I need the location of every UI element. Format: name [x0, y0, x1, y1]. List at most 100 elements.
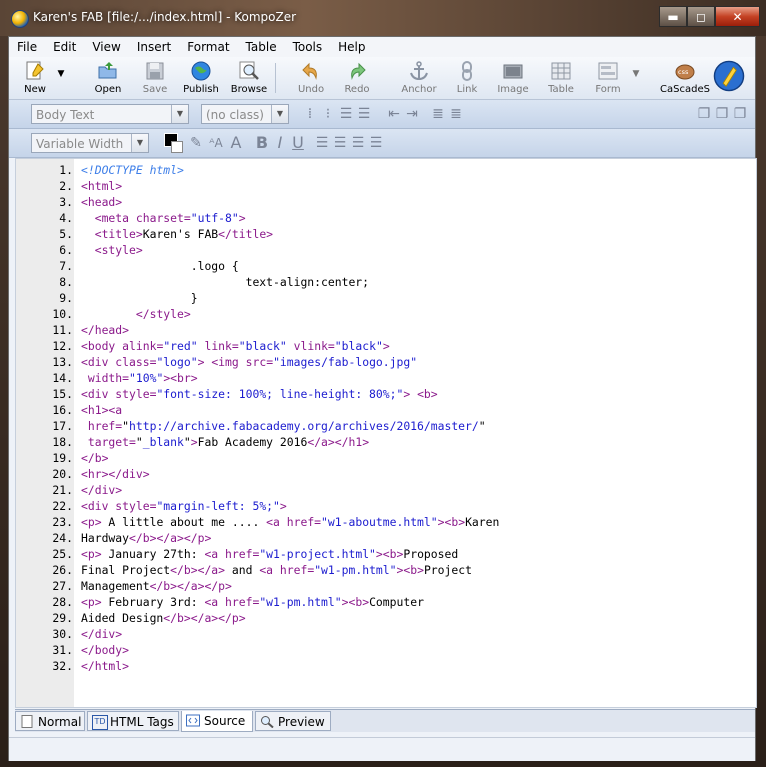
- code-line[interactable]: 9. }: [16, 290, 756, 306]
- code-line[interactable]: 28. <p> February 3rd: <a href="w1-pm.html…: [16, 594, 756, 610]
- indent-button[interactable]: ⇥: [403, 104, 421, 124]
- menu-help[interactable]: Help: [330, 37, 373, 57]
- line-number: 29.: [52, 611, 73, 625]
- larger-font-button[interactable]: A: [227, 133, 245, 153]
- image-button[interactable]: Image: [491, 60, 535, 98]
- code-line[interactable]: 32. </html>: [16, 658, 756, 674]
- code-line[interactable]: 1. <!DOCTYPE html>: [16, 162, 756, 178]
- line-text: <p> February 3rd: <a href="w1-pm.html"><…: [81, 594, 424, 610]
- save-button[interactable]: Save: [133, 60, 177, 98]
- unordered-list-button[interactable]: ☰: [337, 104, 355, 124]
- menu-tools[interactable]: Tools: [285, 37, 331, 57]
- class-select[interactable]: (no class) ▼: [201, 104, 289, 124]
- definition-term-button[interactable]: ≣: [447, 104, 465, 124]
- code-line[interactable]: 25. <p> January 27th: <a href="w1-project…: [16, 546, 756, 562]
- code-line[interactable]: 3. <head>: [16, 194, 756, 210]
- code-token: <a: [204, 547, 226, 561]
- font-select[interactable]: Variable Width ▼: [31, 133, 149, 153]
- numbered-list-button[interactable]: ⁝: [319, 104, 337, 124]
- source-code-icon: [186, 714, 200, 727]
- menu-view[interactable]: View: [84, 37, 128, 57]
- table-button[interactable]: Table: [539, 60, 583, 98]
- class-value: (no class): [206, 108, 264, 122]
- anchor-button[interactable]: Anchor: [397, 60, 441, 98]
- code-line[interactable]: 22. <div style="margin-left: 5%;">: [16, 498, 756, 514]
- tab-preview[interactable]: Preview: [255, 711, 331, 731]
- menu-table[interactable]: Table: [238, 37, 285, 57]
- source-editor[interactable]: 1. <!DOCTYPE html> 2. <html> 3. <head> 4. <met…: [15, 158, 757, 708]
- menu-format[interactable]: Format: [179, 37, 237, 57]
- line-number: 11.: [52, 323, 73, 337]
- code-line[interactable]: 6. <style>: [16, 242, 756, 258]
- code-line[interactable]: 31. </body>: [16, 642, 756, 658]
- maximize-button[interactable]: ◻: [687, 6, 715, 27]
- menu-file[interactable]: File: [9, 37, 45, 57]
- open-button[interactable]: Open: [86, 60, 130, 98]
- code-line[interactable]: 7. .logo {: [16, 258, 756, 274]
- code-line[interactable]: 29. Aided Design</b></a></p>: [16, 610, 756, 626]
- code-line[interactable]: 26. Final Project</b></a> and <a href="w1…: [16, 562, 756, 578]
- code-line[interactable]: 2. <html>: [16, 178, 756, 194]
- code-line[interactable]: 14. width="10%"><br>: [16, 370, 756, 386]
- outdent-button[interactable]: ⇤: [385, 104, 403, 124]
- layer-button[interactable]: ❐: [695, 104, 713, 124]
- publish-button[interactable]: Publish: [179, 60, 223, 98]
- code-line[interactable]: 23. <p> A little about me .... <a href="w…: [16, 514, 756, 530]
- align-left-button[interactable]: ☰: [313, 133, 331, 153]
- title-bar[interactable]: Karen's FAB [file:/.../index.html] - Kom…: [0, 0, 766, 36]
- highlight-button[interactable]: ✎: [187, 133, 205, 153]
- form-button-label: Form: [595, 84, 621, 95]
- layer-back-button[interactable]: ❐: [731, 104, 749, 124]
- bold-button[interactable]: B: [253, 133, 271, 153]
- code-line[interactable]: 8. text-align:center;: [16, 274, 756, 290]
- redo-button[interactable]: Redo: [335, 60, 379, 98]
- undo-button[interactable]: Undo: [289, 60, 333, 98]
- code-line[interactable]: 10. </style>: [16, 306, 756, 322]
- definition-list-button[interactable]: ≣: [429, 104, 447, 124]
- code-line[interactable]: 5. <title>Karen's FAB</title>: [16, 226, 756, 242]
- kompozer-logo: [709, 60, 749, 98]
- code-line[interactable]: 17. href="http://archive.fabacademy.org/…: [16, 418, 756, 434]
- underline-button[interactable]: U: [289, 133, 307, 153]
- smaller-font-button[interactable]: ᴬA: [207, 133, 225, 153]
- code-line[interactable]: 4. <meta charset="utf-8">: [16, 210, 756, 226]
- line-text: <body alink="red" link="black" vlink="bl…: [81, 338, 390, 354]
- minimize-button[interactable]: ▬: [659, 6, 687, 27]
- background-color-swatch[interactable]: [171, 141, 183, 153]
- chain-link-icon: [462, 61, 472, 81]
- code-line[interactable]: 30. </div>: [16, 626, 756, 642]
- code-line[interactable]: 27. Management</b></a></p>: [16, 578, 756, 594]
- code-line[interactable]: 15. <div style="font-size: 100%; line-hei…: [16, 386, 756, 402]
- tab-normal[interactable]: Normal: [15, 711, 85, 731]
- code-line[interactable]: 11. </head>: [16, 322, 756, 338]
- code-line[interactable]: 16. <h1><a: [16, 402, 756, 418]
- form-button[interactable]: Form: [586, 60, 630, 98]
- code-line[interactable]: 13. <div class="logo"> <img src="images/f…: [16, 354, 756, 370]
- code-token: Fab Academy 2016: [197, 435, 308, 449]
- align-right-button[interactable]: ☰: [349, 133, 367, 153]
- browse-button[interactable]: Browse: [227, 60, 271, 98]
- menu-insert[interactable]: Insert: [129, 37, 179, 57]
- justify-button[interactable]: ☰: [367, 133, 385, 153]
- align-center-button[interactable]: ☰: [331, 133, 349, 153]
- link-button[interactable]: Link: [445, 60, 489, 98]
- source-code[interactable]: 1. <!DOCTYPE html> 2. <html> 3. <head> 4. <met…: [16, 162, 756, 674]
- code-token: http://archive.fabacademy.org/archives/2…: [129, 419, 479, 433]
- code-line[interactable]: 12. <body alink="red" link="black" vlink=…: [16, 338, 756, 354]
- paragraph-style-select[interactable]: Body Text ▼: [31, 104, 189, 124]
- code-line[interactable]: 18. target="_blank">Fab Academy 2016</a>…: [16, 434, 756, 450]
- layer-front-button[interactable]: ❐: [713, 104, 731, 124]
- code-line[interactable]: 20. <hr></div>: [16, 466, 756, 482]
- menu-edit[interactable]: Edit: [45, 37, 84, 57]
- tab-source[interactable]: Source: [181, 711, 253, 732]
- bullet-list-button[interactable]: ⁞: [301, 104, 319, 124]
- close-button[interactable]: ✕: [715, 6, 760, 27]
- form-icon: [598, 62, 618, 80]
- tab-html-tags[interactable]: TD HTML Tags: [87, 711, 179, 731]
- cascades-button[interactable]: css CaScadeS: [659, 60, 711, 98]
- code-line[interactable]: 21. </div>: [16, 482, 756, 498]
- code-line[interactable]: 19. </b>: [16, 450, 756, 466]
- ordered-list-button[interactable]: ☰: [355, 104, 373, 124]
- code-line[interactable]: 24. Hardway</b></a></p>: [16, 530, 756, 546]
- italic-button[interactable]: I: [271, 133, 289, 153]
